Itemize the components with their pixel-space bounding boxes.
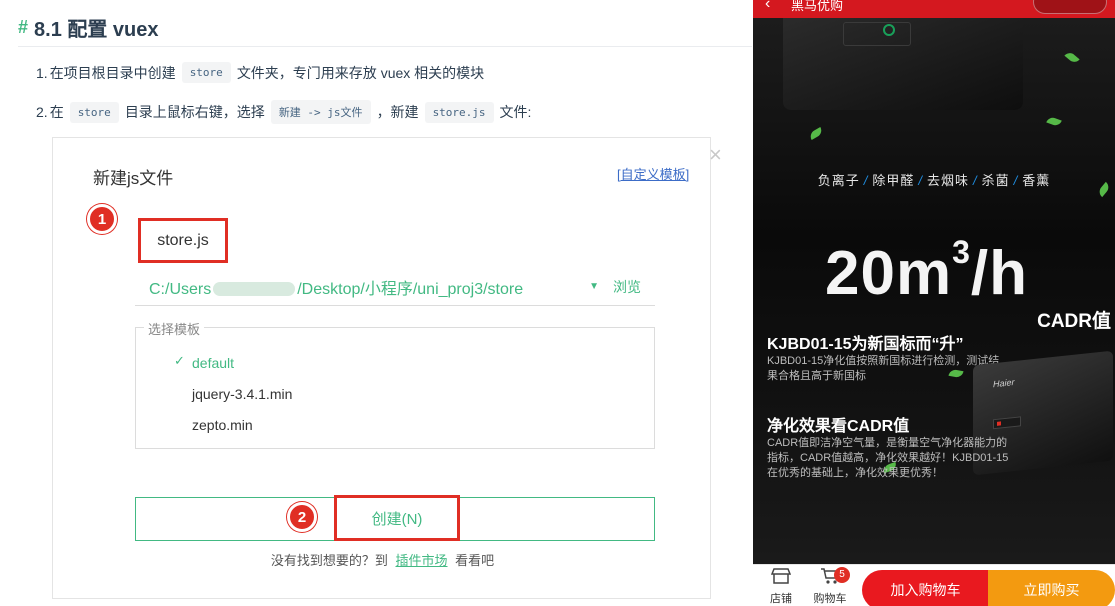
doc-panel: # 8.1 配置 vuex 1. 在项目根目录中创建 store 文件夹，专门用… <box>0 0 752 606</box>
promo-text-2: CADR值即洁净空气量，是衡量空气净化器能力的指标，CADR值越高，净化效果越好… <box>767 437 1009 479</box>
promo-text-1: KJBD01-15净化值按照新国标进行检测，测试结果合格且高于新国标 <box>767 355 1000 382</box>
product-detail-image: 负离子 / 除甲醛 / 去烟味 / 杀菌 / 香薰 20m3/h CADR值 KJBD01-15… <box>753 18 1115 564</box>
step-number: 1. <box>36 64 48 81</box>
plugin-market-link[interactable]: 插件市场 <box>395 553 447 568</box>
step-text: ，新建 <box>376 104 419 120</box>
goods-nav-bar: 店铺 购物车 5 加入购物车 立即购买 <box>753 564 1115 606</box>
template-legend: 选择模板 <box>144 319 205 338</box>
step-text: 在项目根目录中创建 <box>49 64 176 81</box>
promo-heading-2: 净化效果看CADR值 <box>767 418 910 435</box>
close-icon[interactable]: × <box>709 144 722 166</box>
step-2: 2. 在 store 目录上鼠标右键，选择 新建 -> js文件 ，新建 sto… <box>36 100 531 124</box>
template-item[interactable]: zepto.min <box>192 417 253 433</box>
phone-preview: 负离子 / 除甲醛 / 去烟味 / 杀菌 / 香薰 20m3/h CADR值 KJBD01-15… <box>753 0 1115 606</box>
phone-navbar: ‹ 黑马优购 <box>753 0 1115 18</box>
step-1-badge: 1 <box>87 204 117 234</box>
step-text: 文件: <box>499 104 532 120</box>
create-button[interactable]: 创建(N) <box>334 495 460 541</box>
dialog-title: 新建js文件 <box>93 169 174 188</box>
step-number: 2. <box>36 104 48 120</box>
check-icon: ✓ <box>174 353 185 368</box>
blurred-username <box>213 282 296 297</box>
template-item[interactable]: default <box>192 355 234 371</box>
inline-code: store <box>69 101 119 123</box>
custom-template-link[interactable]: 自定义模板 <box>617 164 689 183</box>
shop-tab[interactable]: 店铺 <box>761 567 801 606</box>
buy-now-button[interactable]: 立即购买 <box>988 570 1115 606</box>
shop-icon <box>761 567 801 590</box>
hint-text: 没有找到想要的？到 <box>270 553 388 568</box>
heading-divider <box>18 46 752 47</box>
miniprogram-capsule[interactable] <box>1033 0 1107 14</box>
leaf-decoration <box>1064 50 1080 65</box>
feature-list: 负离子 / 除甲醛 / 去烟味 / 杀菌 / 香薰 <box>817 173 1051 188</box>
step-1: 1. 在项目根目录中创建 store 文件夹，专门用来存放 vuex 相关的模块 <box>36 62 484 83</box>
device-led <box>883 24 895 36</box>
template-selector: 选择模板 ✓ default jquery-3.4.1.min zepto.mi… <box>135 319 655 449</box>
heading-anchor[interactable]: # <box>18 17 28 38</box>
filename-input[interactable]: store.js <box>138 218 228 263</box>
cart-tab[interactable]: 购物车 5 <box>810 567 850 606</box>
create-button-row: 创建(N) <box>135 495 655 541</box>
leaf-decoration <box>1046 115 1062 128</box>
purifier-device-image <box>783 18 1023 110</box>
device-brand: Haier <box>993 376 1015 390</box>
back-icon[interactable]: ‹ <box>765 0 770 13</box>
shop-label: 店铺 <box>770 593 792 605</box>
cart-count-badge: 5 <box>834 567 850 583</box>
plugin-market-hint: 没有找到想要的？到 插件市场 看看吧 <box>53 550 712 569</box>
browse-button[interactable]: 浏览 <box>613 277 641 297</box>
section-heading: # 8.1 配置 vuex <box>18 12 159 42</box>
inline-code: store <box>181 62 231 83</box>
step-text: 文件夹，专门用来存放 vuex 相关的模块 <box>236 64 485 81</box>
device-slot <box>843 22 911 46</box>
inline-code: 新建 -> js文件 <box>270 100 371 124</box>
cadr-label: CADR值 <box>1037 311 1111 332</box>
new-js-file-dialog: 新建js文件 自定义模板 × 1 store.js C:/Users/Deskt… <box>52 137 722 599</box>
device-port <box>993 416 1021 430</box>
add-to-cart-button[interactable]: 加入购物车 <box>862 570 989 606</box>
template-item[interactable]: jquery-3.4.1.min <box>192 386 292 402</box>
heading-title: 8.1 配置 vuex <box>34 18 159 41</box>
inline-code: store.js <box>424 101 494 123</box>
navbar-title: 黑马优购 <box>791 0 844 13</box>
step-text: 在 <box>49 104 64 120</box>
path-field[interactable]: C:/Users/Desktop/小程序/uni_proj3/store ▼ 浏… <box>135 268 655 306</box>
step-text: 目录上鼠标右键，选择 <box>124 104 265 120</box>
hint-text: 看看吧 <box>455 553 495 568</box>
cart-label: 购物车 <box>813 593 847 605</box>
chevron-down-icon[interactable]: ▼ <box>589 281 599 292</box>
leaf-decoration <box>808 126 824 141</box>
cadr-value: 20m3/h <box>825 234 1028 308</box>
promo-heading-1: KJBD01-15为新国标而“升” <box>767 336 964 353</box>
path-value: C:/Users/Desktop/小程序/uni_proj3/store <box>149 280 524 298</box>
